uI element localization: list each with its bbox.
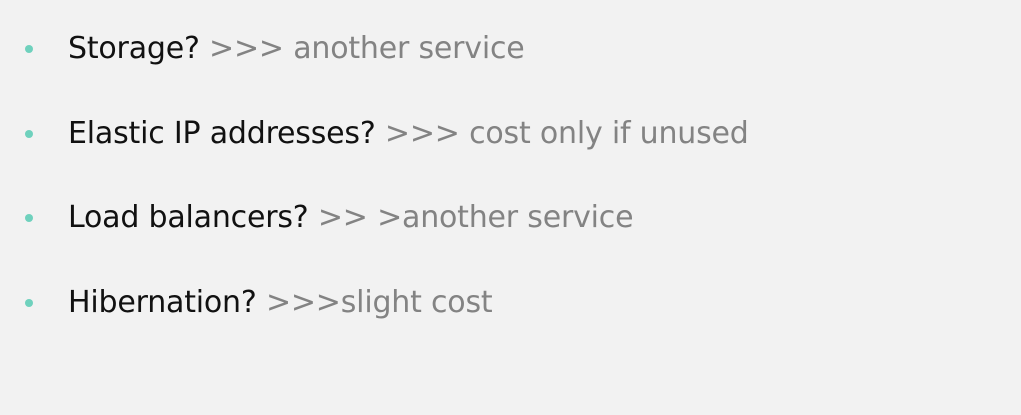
slide: Storage? >>> another service Elastic IP …: [0, 0, 1021, 415]
bullet-dot-icon: [25, 299, 33, 307]
question-text: Hibernation?: [68, 285, 257, 320]
bullet-text: Storage? >>> another service: [68, 29, 525, 69]
answer-text: >> >another service: [317, 200, 634, 235]
bullet-dot-icon: [25, 214, 33, 222]
answer-text: >>> cost only if unused: [384, 116, 749, 151]
bullet-dot-icon: [25, 130, 33, 138]
question-text: Load balancers?: [68, 200, 309, 235]
answer-text: >>>slight cost: [265, 285, 493, 320]
question-text: Elastic IP addresses?: [68, 116, 376, 151]
bullet-text: Elastic IP addresses? >>> cost only if u…: [68, 114, 749, 154]
bullet-dot-icon: [25, 45, 33, 53]
bullet-text: Hibernation? >>>slight cost: [68, 283, 493, 323]
answer-text: >>> another service: [209, 31, 525, 66]
question-text: Storage?: [68, 31, 200, 66]
bullet-text: Load balancers? >> >another service: [68, 198, 634, 238]
